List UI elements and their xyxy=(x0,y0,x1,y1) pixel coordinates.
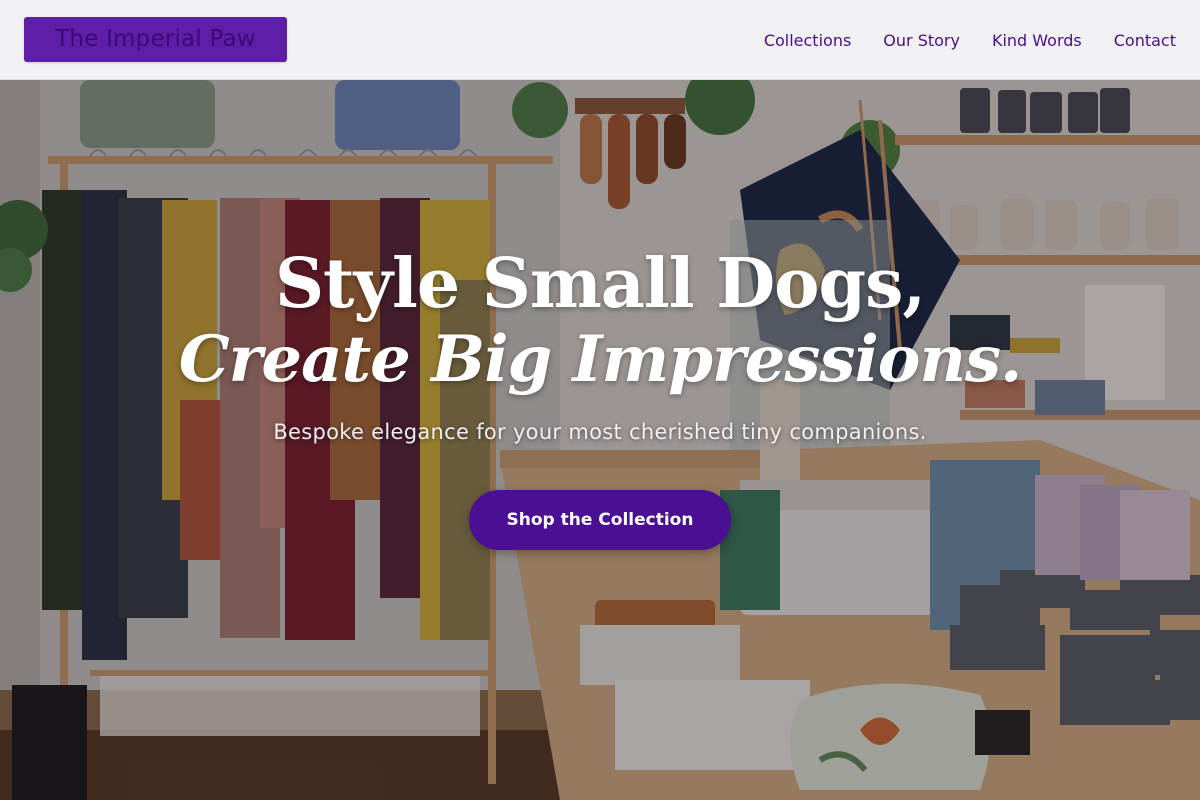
nav-link-kind-words[interactable]: Kind Words xyxy=(992,31,1082,50)
nav-link-collections[interactable]: Collections xyxy=(764,31,851,50)
shop-collection-button[interactable]: Shop the Collection xyxy=(469,490,731,550)
main-nav: Collections Our Story Kind Words Contact xyxy=(764,0,1176,80)
nav-link-our-story[interactable]: Our Story xyxy=(883,31,960,50)
brand-logo[interactable]: The Imperial Paw xyxy=(24,17,287,62)
site-header: The Imperial Paw Collections Our Story K… xyxy=(0,0,1200,80)
nav-link-contact[interactable]: Contact xyxy=(1114,31,1176,50)
hero-section: Style Small Dogs, Create Big Impressions… xyxy=(0,80,1200,800)
hero-title-emphasis: Create Big Impressions. xyxy=(178,322,1023,397)
hero-subtitle: Bespoke elegance for your most cherished… xyxy=(273,420,927,444)
hero-title: Style Small Dogs, xyxy=(274,244,926,324)
